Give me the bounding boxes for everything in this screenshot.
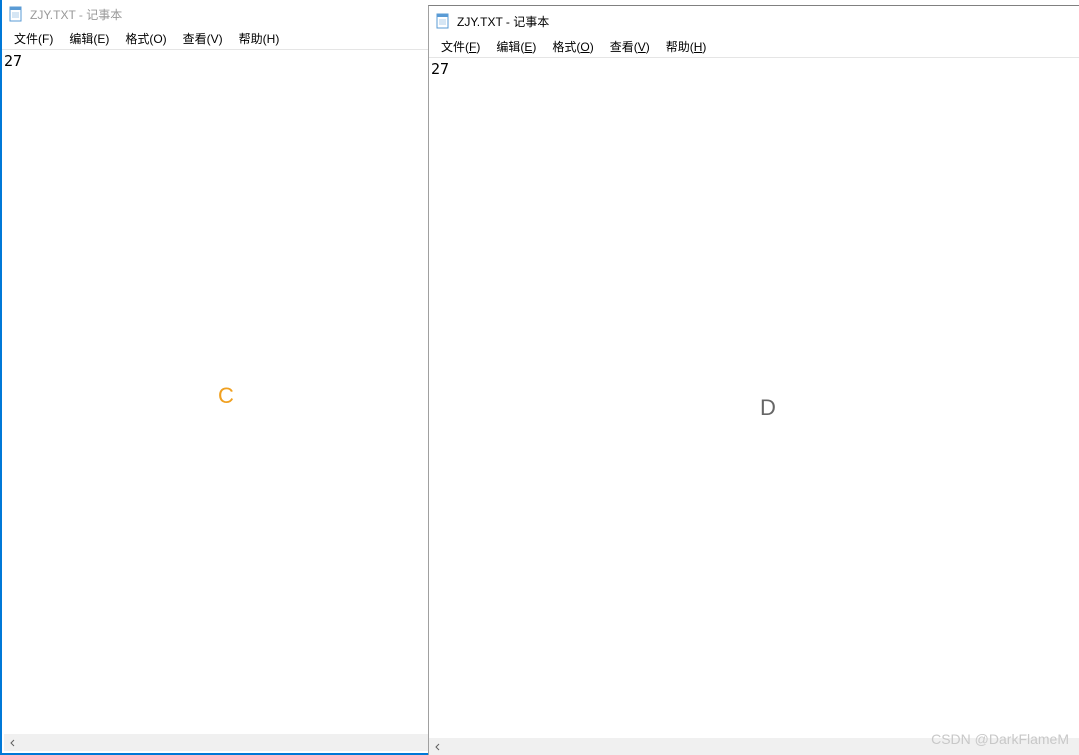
- notepad-window-right: ZJY.TXT - 记事本 文件(F) 编辑(E) 格式(O) 查看(V) 帮助…: [428, 5, 1079, 755]
- menu-bar: 文件(F) 编辑(E) 格式(O) 查看(V) 帮助(H): [2, 28, 428, 50]
- title-bar[interactable]: ZJY.TXT - 记事本: [2, 0, 428, 28]
- horizontal-scrollbar[interactable]: [4, 734, 428, 751]
- window-title: ZJY.TXT - 记事本: [457, 13, 549, 30]
- menu-bar: 文件(F) 编辑(E) 格式(O) 查看(V) 帮助(H): [429, 36, 1079, 58]
- notepad-window-left: ZJY.TXT - 记事本 文件(F) 编辑(E) 格式(O) 查看(V) 帮助…: [0, 0, 428, 755]
- text-content: 27: [2, 50, 428, 72]
- menu-help[interactable]: 帮助(H): [231, 28, 288, 49]
- menu-format[interactable]: 格式(O): [544, 36, 601, 57]
- scroll-left-arrow-icon[interactable]: [429, 738, 446, 755]
- annotation-label-c: C: [218, 383, 234, 409]
- window-title: ZJY.TXT - 记事本: [30, 6, 122, 23]
- watermark-text: CSDN @DarkFlameM: [931, 731, 1069, 747]
- menu-file[interactable]: 文件(F): [6, 28, 61, 49]
- menu-edit[interactable]: 编辑(E): [61, 28, 117, 49]
- menu-help[interactable]: 帮助(H): [658, 36, 715, 57]
- notepad-icon: [8, 6, 24, 22]
- menu-file[interactable]: 文件(F): [433, 36, 488, 57]
- menu-edit[interactable]: 编辑(E): [488, 36, 544, 57]
- annotation-label-d: D: [760, 395, 776, 421]
- menu-format[interactable]: 格式(O): [117, 28, 174, 49]
- scroll-left-arrow-icon[interactable]: [4, 734, 21, 751]
- menu-view[interactable]: 查看(V): [602, 36, 658, 57]
- notepad-icon: [435, 13, 451, 29]
- text-editor-area[interactable]: 27: [429, 58, 1079, 755]
- title-bar[interactable]: ZJY.TXT - 记事本: [429, 6, 1079, 36]
- text-editor-area[interactable]: 27: [2, 50, 428, 753]
- text-content: 27: [429, 58, 1079, 80]
- menu-view[interactable]: 查看(V): [175, 28, 231, 49]
